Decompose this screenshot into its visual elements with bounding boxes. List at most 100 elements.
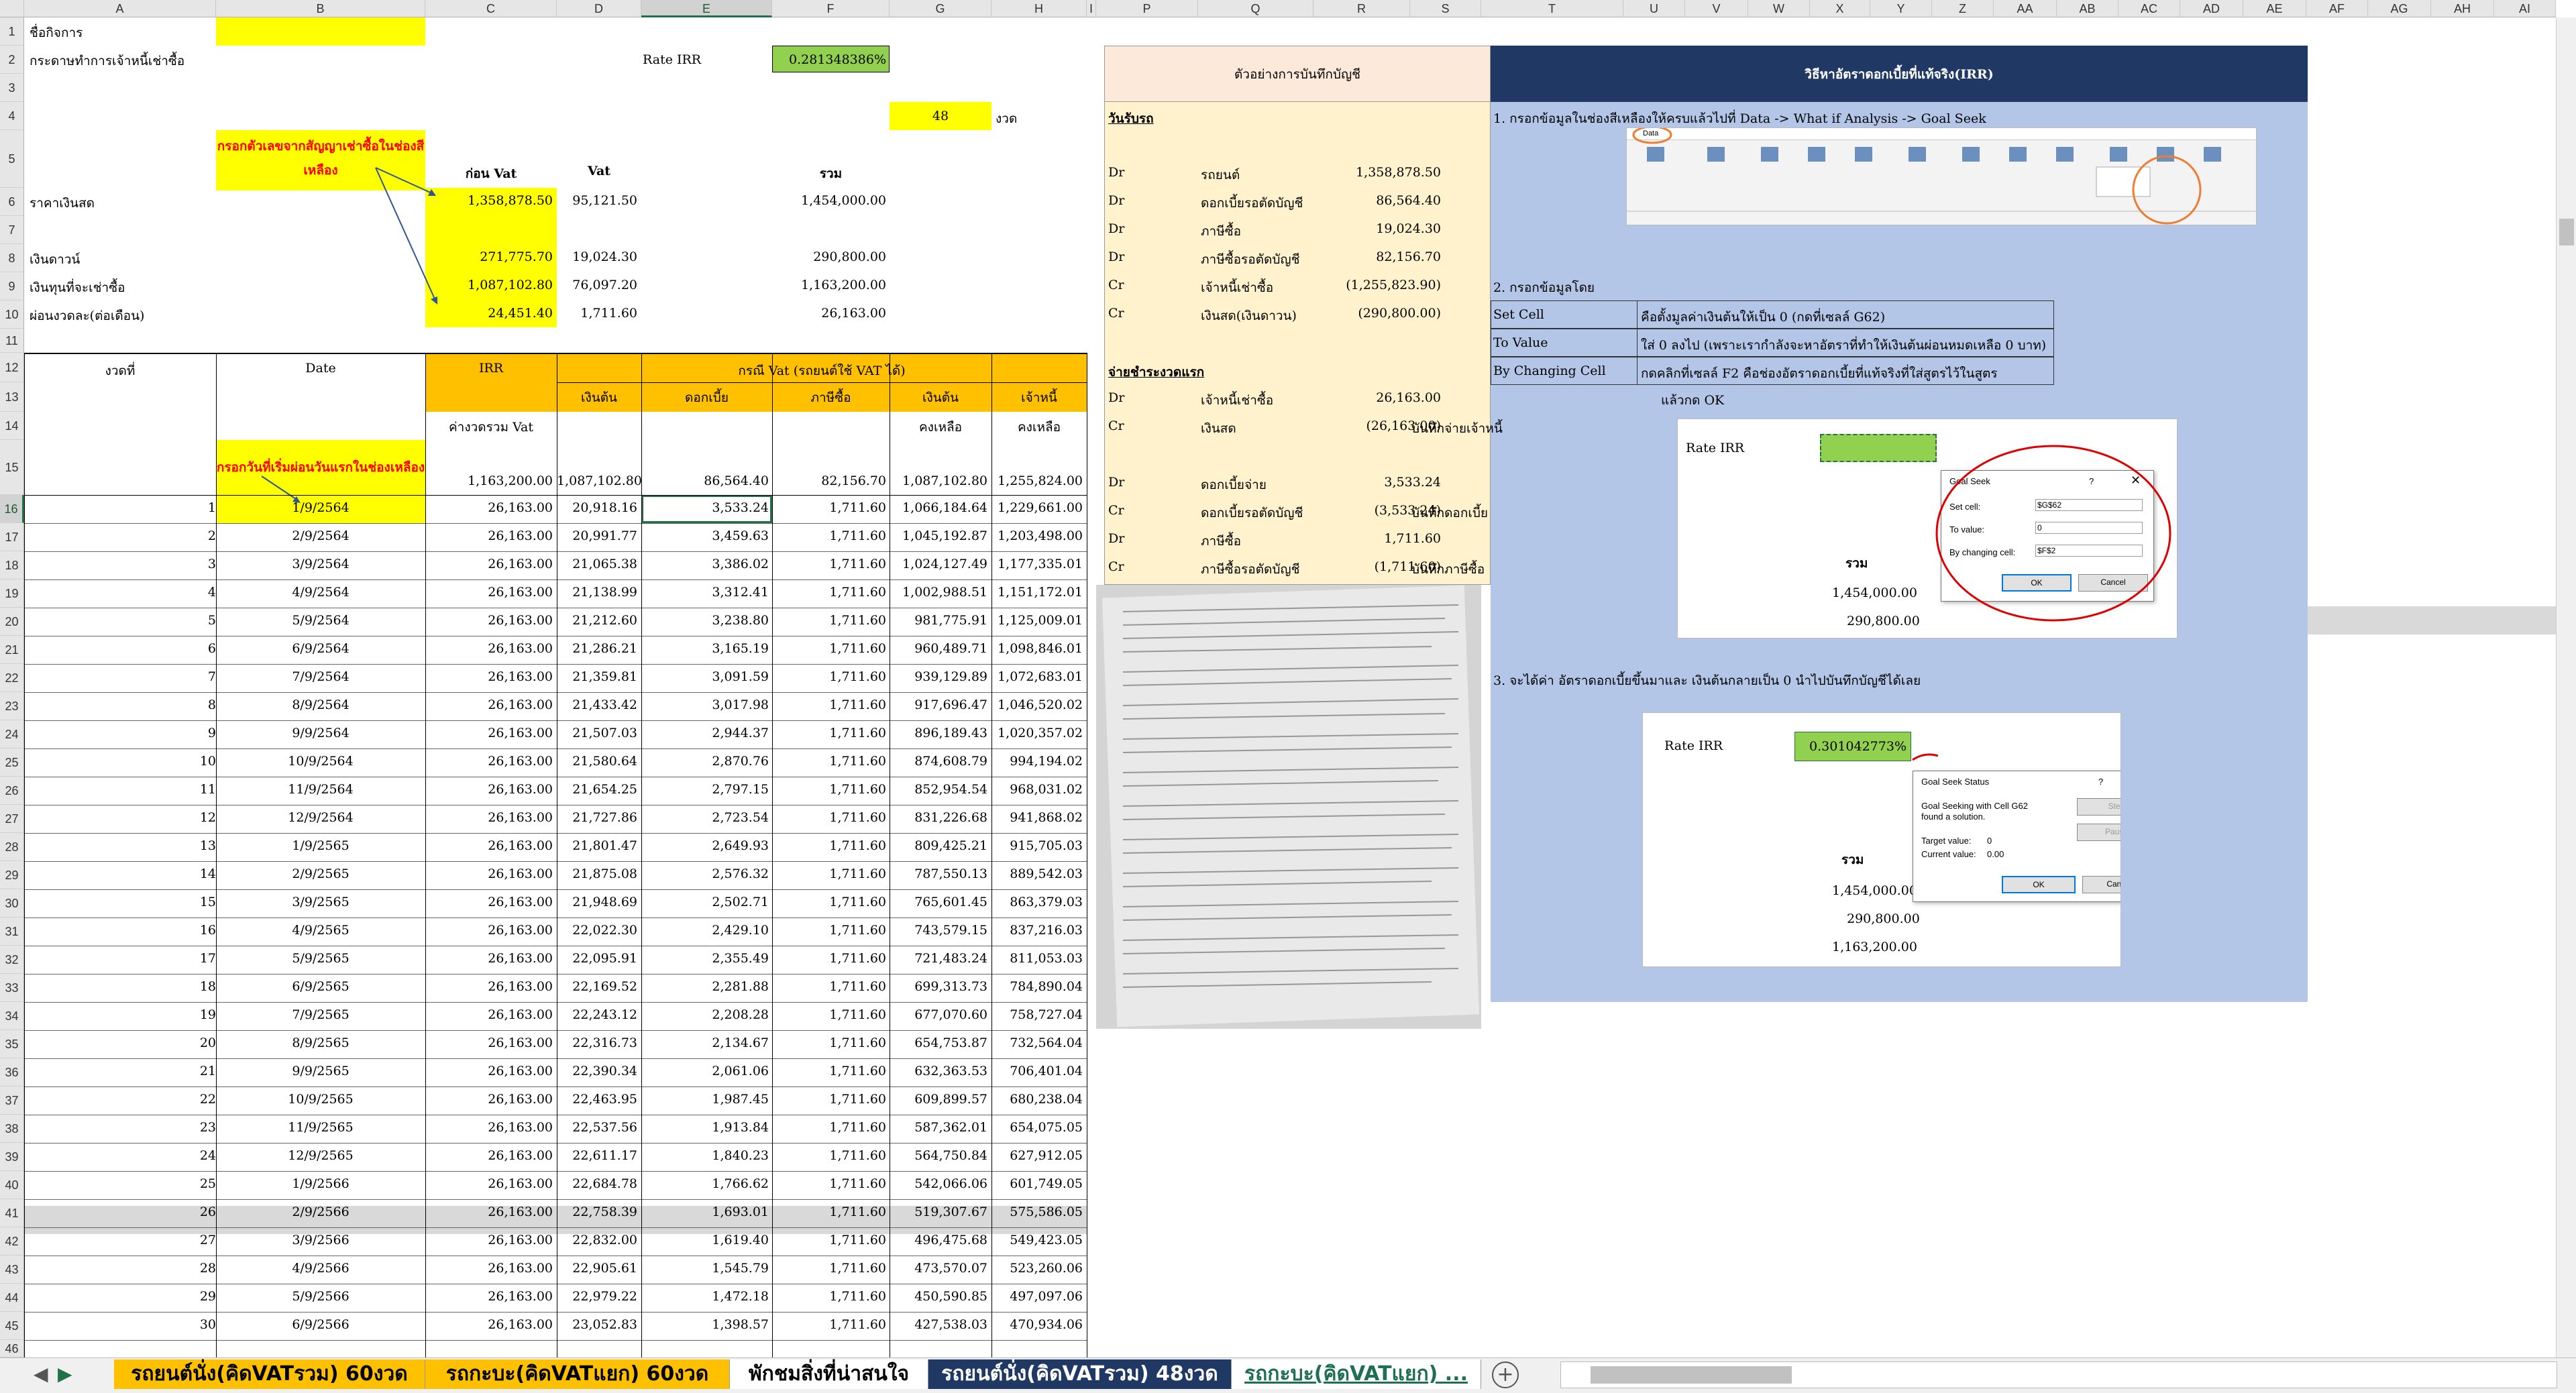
financed-total: 1,163,200.00	[801, 278, 886, 292]
row-header-21[interactable]: 21	[0, 636, 24, 664]
row-header-40[interactable]: 40	[0, 1171, 24, 1199]
row-header-36[interactable]: 36	[0, 1058, 24, 1086]
row-header-7[interactable]: 7	[0, 216, 24, 244]
row-header-25[interactable]: 25	[0, 748, 24, 777]
row-header-41[interactable]: 41	[0, 1199, 24, 1227]
row-header-8[interactable]: 8	[0, 244, 24, 272]
row-header-9[interactable]: 9	[0, 272, 24, 300]
sheet-tab[interactable]: รถกะบะ(คิดVATแยก) ...	[1232, 1359, 1481, 1389]
row-header-13[interactable]: 13	[0, 382, 24, 412]
column-header-AC[interactable]: AC	[2118, 0, 2180, 17]
row-header-43[interactable]: 43	[0, 1256, 24, 1284]
row-header-37[interactable]: 37	[0, 1086, 24, 1115]
column-header-Q[interactable]: Q	[1198, 0, 1313, 17]
column-header-D[interactable]: D	[557, 0, 641, 17]
row-header-19[interactable]: 19	[0, 579, 24, 608]
column-header-U[interactable]: U	[1623, 0, 1685, 17]
row-header-18[interactable]: 18	[0, 551, 24, 579]
row-header-15[interactable]: 15	[0, 440, 24, 495]
sheet-tab[interactable]: พักชมสิ่งที่น่าสนใจ	[730, 1359, 928, 1389]
gss-pause-button[interactable]: Pause	[2077, 824, 2121, 841]
row-header-11[interactable]: 11	[0, 329, 24, 353]
row-header-32[interactable]: 32	[0, 946, 24, 974]
column-header-W[interactable]: W	[1748, 0, 1810, 17]
column-header-S[interactable]: S	[1410, 0, 1481, 17]
column-header-X[interactable]: X	[1810, 0, 1870, 17]
next-sheet-icon[interactable]: ▶	[58, 1363, 72, 1385]
column-header-Y[interactable]: Y	[1870, 0, 1932, 17]
column-header-T[interactable]: T	[1481, 0, 1623, 17]
table-cell: 981,775.91	[914, 613, 987, 628]
row-header-26[interactable]: 26	[0, 777, 24, 805]
row-header-20[interactable]: 20	[0, 608, 24, 636]
column-header-G[interactable]: G	[890, 0, 991, 17]
gss-ok-button[interactable]: OK	[2002, 876, 2076, 893]
table-cell: 29	[199, 1289, 216, 1304]
row-header-29[interactable]: 29	[0, 861, 24, 889]
column-header-H[interactable]: H	[991, 0, 1087, 17]
column-header-AG[interactable]: AG	[2368, 0, 2431, 17]
row-header-14[interactable]: 14	[0, 412, 24, 440]
column-header-C[interactable]: C	[425, 0, 557, 17]
column-header-AH[interactable]: AH	[2431, 0, 2494, 17]
gss-help[interactable]: ?	[2098, 777, 2103, 787]
row-header-46[interactable]: 46	[0, 1340, 24, 1357]
row-header-10[interactable]: 10	[0, 300, 24, 329]
row-header-6[interactable]: 6	[0, 188, 24, 216]
row-header-5[interactable]: 5	[0, 130, 24, 188]
row-header-27[interactable]: 27	[0, 805, 24, 833]
column-header-V[interactable]: V	[1685, 0, 1748, 17]
add-sheet-icon[interactable]: +	[1492, 1361, 1519, 1388]
row-header-1[interactable]: 1	[0, 17, 24, 46]
column-header-P[interactable]: P	[1096, 0, 1198, 17]
sheet-tab[interactable]: รถยนต์นั่ง(คิดVATรวม) 60งวด	[114, 1359, 425, 1389]
column-header-AE[interactable]: AE	[2243, 0, 2306, 17]
column-header-R[interactable]: R	[1313, 0, 1410, 17]
prev-sheet-icon[interactable]: ◀	[34, 1363, 48, 1385]
row-header-17[interactable]: 17	[0, 523, 24, 551]
row-header-23[interactable]: 23	[0, 692, 24, 720]
column-header-AA[interactable]: AA	[1994, 0, 2057, 17]
row-header-22[interactable]: 22	[0, 664, 24, 692]
row-header-42[interactable]: 42	[0, 1227, 24, 1256]
row-header-2[interactable]: 2	[0, 46, 24, 74]
business-name-input[interactable]	[216, 17, 425, 46]
row-header-30[interactable]: 30	[0, 889, 24, 917]
column-header-A[interactable]: A	[24, 0, 216, 17]
column-header-Z[interactable]: Z	[1932, 0, 1994, 17]
column-header-F[interactable]: F	[772, 0, 890, 17]
grid-line	[24, 1086, 1087, 1087]
column-header-B[interactable]: B	[216, 0, 425, 17]
column-header-E[interactable]: E	[641, 0, 772, 17]
sheet-tab[interactable]: รถยนต์นั่ง(คิดVATรวม) 48งวด	[928, 1359, 1232, 1389]
row-header-24[interactable]: 24	[0, 720, 24, 748]
gss-cancel-button[interactable]: Cancel	[2082, 876, 2121, 893]
column-header-AF[interactable]: AF	[2306, 0, 2368, 17]
goal-seek-status-dialog[interactable]: Goal Seek Status ? ✕ Goal Seeking with C…	[1913, 771, 2121, 902]
vertical-scroll-thumb[interactable]	[2559, 219, 2574, 245]
row-header-28[interactable]: 28	[0, 833, 24, 861]
row-header-39[interactable]: 39	[0, 1143, 24, 1171]
active-cell-E16[interactable]	[641, 495, 772, 523]
select-all-corner[interactable]	[0, 0, 24, 17]
gss-step-button[interactable]: Step	[2077, 798, 2121, 816]
row-header-35[interactable]: 35	[0, 1030, 24, 1058]
column-header-I[interactable]: I	[1087, 0, 1096, 17]
row-header-3[interactable]: 3	[0, 74, 24, 102]
row-header-4[interactable]: 4	[0, 102, 24, 130]
horizontal-scroll-thumb[interactable]	[1591, 1366, 1792, 1384]
row-header-45[interactable]: 45	[0, 1312, 24, 1340]
sheet-tab[interactable]: รถกะบะ(คิดVATแยก) 60งวด	[425, 1359, 730, 1389]
row-header-31[interactable]: 31	[0, 917, 24, 946]
row-header-33[interactable]: 33	[0, 974, 24, 1002]
row-header-16[interactable]: 16	[0, 495, 24, 523]
row-header-12[interactable]: 12	[0, 353, 24, 382]
horizontal-scrollbar[interactable]	[1560, 1361, 2557, 1388]
row-header-44[interactable]: 44	[0, 1284, 24, 1312]
column-header-AD[interactable]: AD	[2180, 0, 2243, 17]
vertical-scrollbar[interactable]	[2556, 17, 2576, 1359]
row-header-34[interactable]: 34	[0, 1002, 24, 1030]
row-header-38[interactable]: 38	[0, 1115, 24, 1143]
column-header-AB[interactable]: AB	[2057, 0, 2118, 17]
column-header-AI[interactable]: AI	[2494, 0, 2556, 17]
